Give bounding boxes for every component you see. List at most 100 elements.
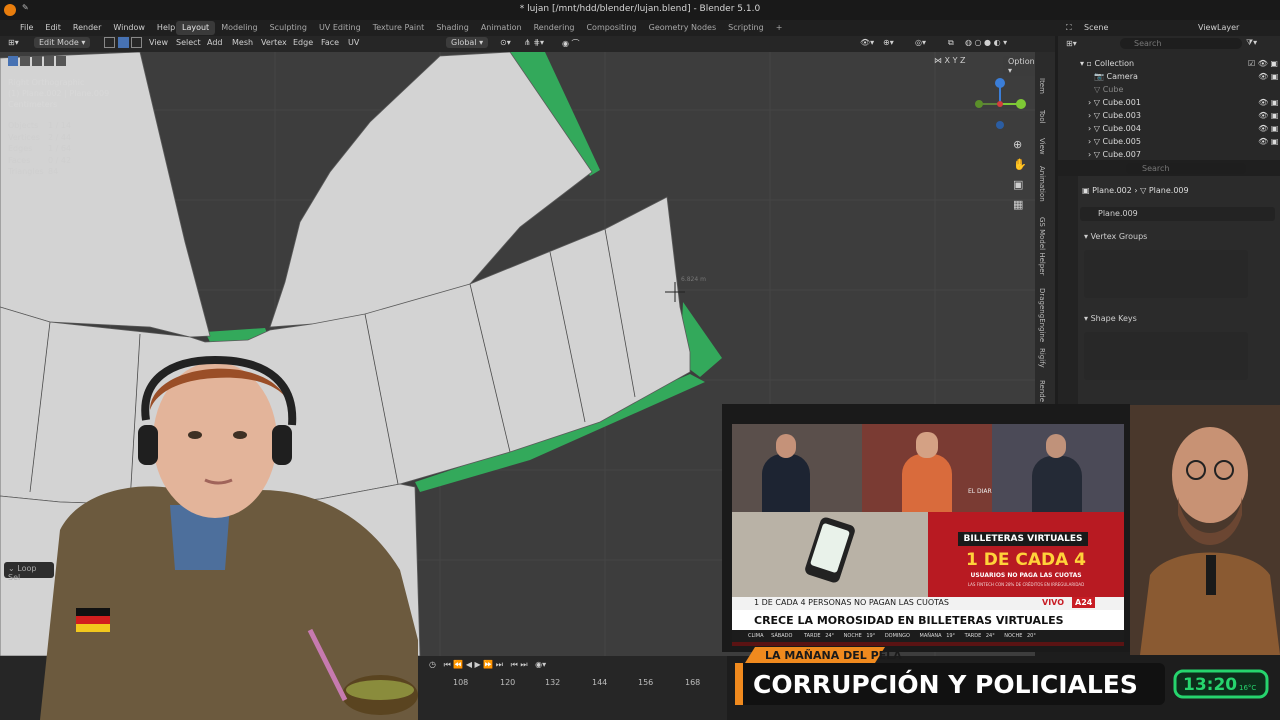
menu-mesh[interactable]: Mesh [232, 38, 253, 47]
scene-icon[interactable]: ⛶ [1066, 23, 1072, 33]
menu-add[interactable]: Add [207, 38, 223, 47]
menu-select[interactable]: Select [176, 38, 201, 47]
mode-label: Edit Mode [39, 38, 79, 47]
outliner-display-icon[interactable]: ⊞▾ [1066, 39, 1077, 48]
overlay-icon[interactable]: ◎▾ [915, 38, 926, 47]
mode-dropdown[interactable]: Edit Mode ▾ [34, 37, 91, 48]
vertex-groups-header[interactable]: ▾ Vertex Groups [1084, 232, 1147, 241]
tab-modeling[interactable]: Modeling [215, 21, 263, 35]
live-tag: VIVO [1042, 598, 1065, 607]
tab-rigify[interactable]: Rigify [1038, 348, 1046, 368]
stat-value: 84 [48, 167, 59, 176]
tab-gs-model-helper[interactable]: GS Model Helper [1038, 217, 1046, 275]
properties-search-input[interactable]: Search [1126, 163, 1246, 174]
options-label: Options [1008, 57, 1035, 66]
frame-label: 156 [638, 678, 654, 687]
germany-flag-patch [76, 608, 110, 632]
window-title: * lujan [/mnt/hdd/blender/lujan.blend] -… [519, 4, 761, 14]
stat-label: Edges [8, 144, 33, 153]
tab-texture-paint[interactable]: Texture Paint [367, 21, 431, 35]
news-studio: EL DIAR [732, 424, 1124, 512]
tab-scripting[interactable]: Scripting [722, 21, 770, 35]
snap-icon[interactable]: ⋔ ⋕▾ [524, 38, 544, 47]
tab-animation[interactable]: Animation [475, 21, 528, 35]
menu-window[interactable]: Window [107, 21, 151, 35]
outliner-item-label: Cube.003 [1102, 111, 1141, 120]
menu-face[interactable]: Face [321, 38, 339, 47]
channel-tag: EL DIAR [968, 488, 992, 495]
view-layer-name[interactable]: ViewLayer [1198, 23, 1239, 32]
breadcrumb-object: Plane.002 [1092, 186, 1132, 195]
outliner-item-cube-007[interactable]: › ▽ Cube.007 [1088, 148, 1141, 158]
frame-label: 144 [592, 678, 608, 687]
add-workspace-icon[interactable]: + [770, 21, 789, 35]
axis-z[interactable]: Z [960, 56, 965, 65]
mirror-axes[interactable]: ⋈ X Y Z [934, 56, 966, 65]
outliner-search-input[interactable]: Search [1120, 38, 1242, 49]
stream-lower-third: LA MAÑANA DEL PELA CORRUPCIÓN Y POLICIAL… [735, 647, 1269, 705]
tab-rendering[interactable]: Rendering [528, 21, 581, 35]
sub-stat: USUARIOS NO PAGA LAS CUOTAS [970, 572, 1082, 579]
menu-uv[interactable]: UV [348, 38, 359, 47]
menu-render[interactable]: Render [67, 21, 107, 35]
tab-view[interactable]: View [1038, 138, 1046, 155]
axis-x[interactable]: X [945, 56, 950, 65]
editor-type-icon[interactable]: ⊞▾ [8, 38, 19, 47]
shape-keys-header[interactable]: ▾ Shape Keys [1084, 314, 1137, 323]
blender-logo-icon[interactable] [4, 4, 16, 16]
collection-row[interactable]: ▾ ▫ Collection [1080, 57, 1134, 70]
tab-shading[interactable]: Shading [430, 21, 475, 35]
pivot-icon[interactable]: ⊙▾ [500, 38, 511, 47]
xray-icon[interactable]: ⧉ [948, 38, 954, 48]
outliner-item-label: Camera [1106, 72, 1138, 81]
shape-keys-label: Shape Keys [1090, 314, 1137, 323]
scene-name[interactable]: Scene [1084, 23, 1108, 32]
shape-keys-list[interactable] [1084, 332, 1248, 380]
outliner-item-cube-005[interactable]: › ▽ Cube.005 [1088, 135, 1141, 148]
pin-icon: ✎ [22, 3, 29, 12]
menu-vertex[interactable]: Vertex [261, 38, 287, 47]
timeline[interactable]: ◷ ⏮ ⏪ ◀ ▶ ⏩ ⏭ ⏮ ⏭ ◉▾ 108 120 132 144 156… [417, 656, 727, 720]
playback-controls[interactable]: ◷ ⏮ ⏪ ◀ ▶ ⏩ ⏭ ⏮ ⏭ ◉▾ [429, 660, 546, 670]
proportional-edit-icon[interactable]: ◉ ⌒ [562, 38, 580, 49]
properties-tabs[interactable] [1058, 176, 1078, 410]
tab-uv-editing[interactable]: UV Editing [313, 21, 367, 35]
axis-y[interactable]: Y [953, 56, 958, 65]
tab-item[interactable]: Item [1038, 78, 1046, 94]
tab-sculpting[interactable]: Sculpting [264, 21, 313, 35]
tab-animation[interactable]: Animation [1038, 166, 1046, 202]
tab-render[interactable]: Rende [1038, 380, 1046, 402]
outliner-item-cube-004[interactable]: › ▽ Cube.004 [1088, 122, 1141, 135]
outliner-item-cube[interactable]: ▽ Cube [1094, 83, 1123, 96]
options-dropdown[interactable]: Options ▾ [1003, 56, 1035, 76]
mesh-name-field[interactable]: Plane.009 [1080, 207, 1275, 221]
vertex-groups-list[interactable] [1084, 250, 1248, 298]
toolbar-select-modes[interactable] [8, 56, 66, 66]
shading-modes[interactable]: ◍ ○ ● ◐ ▾ [965, 38, 1007, 47]
select-mode-icons[interactable] [104, 37, 143, 50]
big-stat: 1 DE CADA 4 [965, 550, 1087, 570]
weather-item: NOCHE [843, 633, 862, 639]
outliner-item-cube-003[interactable]: › ▽ Cube.003 [1088, 109, 1141, 122]
frame-label: 120 [500, 678, 516, 687]
menu-edge[interactable]: Edge [293, 38, 313, 47]
tab-geometry-nodes[interactable]: Geometry Nodes [643, 21, 722, 35]
menu-file[interactable]: File [14, 21, 39, 35]
visibility-toggles[interactable]: ☑ 👁 ▣ 👁 ▣ 👁 ▣ 👁 ▣ 👁 ▣ 👁 ▣ [1248, 57, 1278, 148]
transform-orientation-dropdown[interactable]: Global ▾ [446, 37, 489, 48]
gizmo-icon[interactable]: ⊕▾ [883, 38, 894, 47]
tab-tool[interactable]: Tool [1038, 110, 1046, 124]
tab-compositing[interactable]: Compositing [580, 21, 642, 35]
tab-dragengine[interactable]: DragengEngine [1038, 288, 1046, 342]
menu-view[interactable]: View [149, 38, 168, 47]
weather-item: 20° [1026, 633, 1036, 639]
visibility-icon[interactable]: 👁▾ [860, 38, 874, 47]
outliner-item-camera[interactable]: 📷 Camera [1094, 70, 1138, 83]
object-name: (1) Plane.002 | Plane.009 [8, 89, 110, 98]
filter-icon[interactable]: ⧩▾ [1246, 38, 1257, 48]
weather-item: 19° [866, 633, 876, 639]
tab-layout[interactable]: Layout [176, 21, 216, 35]
menu-edit[interactable]: Edit [39, 21, 67, 35]
outliner-item-cube-001[interactable]: › ▽ Cube.001 [1088, 96, 1141, 109]
weather-item: DOMINGO [884, 633, 910, 639]
